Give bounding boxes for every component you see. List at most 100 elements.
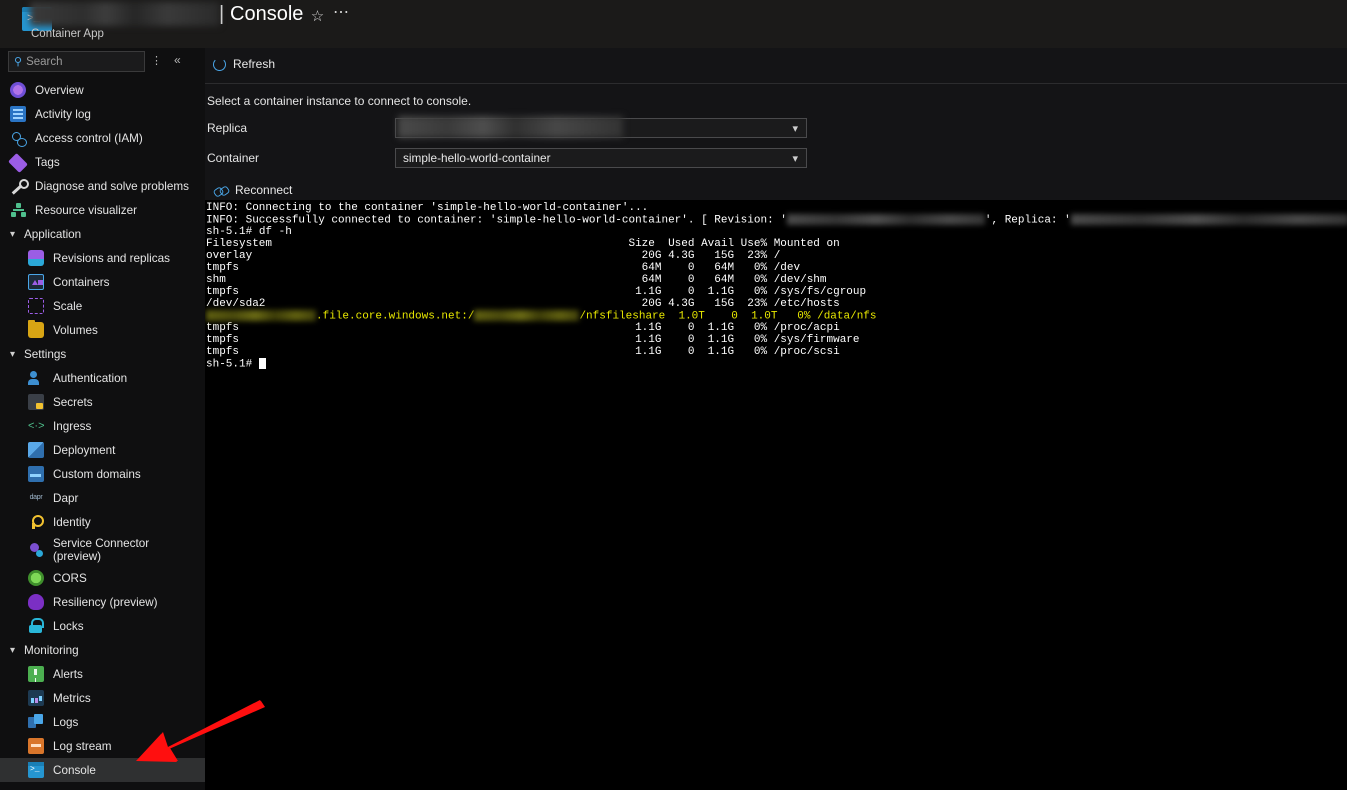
sidebar-item-label: Tags bbox=[35, 155, 60, 169]
sidebar-item-log-stream[interactable]: Log stream bbox=[0, 734, 205, 758]
sidebar-item-label: Ingress bbox=[53, 419, 92, 433]
sidebar-item-revisions-and-replicas[interactable]: Revisions and replicas bbox=[0, 246, 205, 270]
console-terminal[interactable]: INFO: Connecting to the container 'simpl… bbox=[205, 200, 1347, 790]
sidebar-item-access-control[interactable]: Access control (IAM) bbox=[0, 126, 205, 150]
refresh-button[interactable]: Refresh bbox=[213, 57, 275, 71]
sidebar-item-logs[interactable]: Logs bbox=[0, 710, 205, 734]
sidebar-item-label: Diagnose and solve problems bbox=[35, 179, 189, 193]
sidebar-item-identity[interactable]: Identity bbox=[0, 510, 205, 534]
sidebar-group-label: Monitoring bbox=[24, 643, 79, 657]
sidebar-item-label: Containers bbox=[53, 275, 110, 289]
sidebar-item-label: Custom domains bbox=[53, 467, 141, 481]
sidebar-item-locks[interactable]: Locks bbox=[0, 614, 205, 638]
command-bar: Refresh bbox=[205, 48, 1347, 84]
sidebar-item-resource-visualizer[interactable]: Resource visualizer bbox=[0, 198, 205, 222]
sidebar-item-label: Alerts bbox=[53, 667, 83, 681]
chevron-down-icon: ▾ bbox=[792, 123, 798, 135]
favorite-star-icon[interactable]: ☆ bbox=[309, 8, 326, 25]
resource-type-subtitle: Container App bbox=[31, 28, 104, 40]
sidebar-item-custom-domains[interactable]: Custom domains bbox=[0, 462, 205, 486]
sidebar-item-label: Locks bbox=[53, 619, 84, 633]
custom-domains-icon bbox=[28, 466, 44, 482]
shell-prompt: sh-5.1# bbox=[206, 226, 259, 238]
terminal-df-row: tmpfs 1.1G 0 1.1G 0% /sys/fs/cgroup bbox=[206, 286, 867, 298]
sidebar-item-label: Revisions and replicas bbox=[53, 251, 170, 265]
authentication-icon bbox=[28, 370, 44, 386]
scale-icon bbox=[28, 298, 44, 314]
sidebar-item-label: Service Connector (preview) bbox=[53, 537, 150, 563]
pin-icon[interactable]: ⋮ bbox=[151, 54, 162, 67]
sidebar-item-tags[interactable]: Tags bbox=[0, 150, 205, 174]
nfs-share-name: /nfsfileshare bbox=[579, 310, 666, 323]
sidebar-search-row: ⚲ ⋮ « bbox=[0, 51, 205, 77]
page-header: >_ | Console ☆ ⋯ Container App bbox=[0, 0, 1347, 48]
sidebar-item-label: Identity bbox=[53, 515, 91, 529]
sidebar-item-cors[interactable]: CORS bbox=[0, 566, 205, 590]
reconnect-button[interactable]: Reconnect bbox=[213, 183, 292, 197]
terminal-cursor bbox=[258, 358, 266, 369]
sidebar-group-label: Settings bbox=[24, 347, 67, 361]
alerts-icon bbox=[28, 666, 44, 682]
sidebar-item-secrets[interactable]: Secrets bbox=[0, 390, 205, 414]
sidebar-item-metrics[interactable]: Metrics bbox=[0, 686, 205, 710]
locks-icon bbox=[28, 618, 44, 634]
sidebar-item-overview[interactable]: Overview bbox=[0, 78, 205, 102]
container-dropdown-value: simple-hello-world-container bbox=[403, 151, 551, 165]
search-input[interactable] bbox=[26, 55, 132, 68]
sidebar-item-dapr[interactable]: dapr Dapr bbox=[0, 486, 205, 510]
refresh-icon bbox=[213, 57, 226, 71]
sidebar-item-console[interactable]: >_ Console bbox=[0, 758, 205, 782]
console-icon: >_ bbox=[28, 762, 44, 778]
terminal-line-info-connecting: INFO: Connecting to the container 'simpl… bbox=[206, 202, 649, 214]
access-control-icon bbox=[10, 130, 27, 147]
container-label: Container bbox=[207, 151, 260, 165]
sidebar-group-monitoring[interactable]: ▾ Monitoring bbox=[0, 638, 205, 662]
sidebar-group-settings[interactable]: ▾ Settings bbox=[0, 342, 205, 366]
identity-icon bbox=[28, 514, 44, 530]
replica-label: Replica bbox=[207, 121, 248, 135]
nfs-host-suffix: .file.core.windows.net:/ bbox=[316, 310, 475, 323]
revision-id-redacted bbox=[786, 214, 985, 225]
resiliency-icon bbox=[28, 594, 44, 610]
sidebar-item-diagnose[interactable]: Diagnose and solve problems bbox=[0, 174, 205, 198]
sidebar-item-alerts[interactable]: Alerts bbox=[0, 662, 205, 686]
shell-prompt: sh-5.1# bbox=[206, 358, 259, 371]
terminal-df-row: overlay 20G 4.3G 15G 23% / bbox=[206, 250, 781, 262]
sidebar-item-label: Console bbox=[53, 763, 96, 777]
sidebar-item-deployment[interactable]: Deployment bbox=[0, 438, 205, 462]
dapr-icon: dapr bbox=[29, 494, 43, 501]
terminal-df-rows: overlay 20G 4.3G 15G 23% / tmpfs 64M 0 64… bbox=[206, 250, 1347, 358]
collapse-sidebar-icon[interactable]: « bbox=[174, 53, 181, 67]
sidebar-item-scale[interactable]: Scale bbox=[0, 294, 205, 318]
search-icon: ⚲ bbox=[14, 56, 23, 68]
sidebar-item-label: CORS bbox=[53, 571, 87, 585]
terminal-line-info-connected: INFO: Successfully connected to containe… bbox=[206, 214, 1347, 226]
more-ellipsis-icon[interactable]: ⋯ bbox=[333, 5, 350, 23]
resource-name-redacted bbox=[30, 2, 220, 26]
sidebar-item-label: Volumes bbox=[53, 323, 98, 337]
sidebar-item-activity-log[interactable]: Activity log bbox=[0, 102, 205, 126]
sidebar-item-service-connector[interactable]: Service Connector (preview) bbox=[0, 534, 205, 566]
replica-dropdown[interactable]: ▾ bbox=[395, 116, 807, 138]
refresh-label: Refresh bbox=[233, 57, 276, 71]
sidebar-item-volumes[interactable]: Volumes bbox=[0, 318, 205, 342]
info-connected-mid: ', Replica: ' bbox=[984, 214, 1071, 227]
sidebar-item-resiliency[interactable]: Resiliency (preview) bbox=[0, 590, 205, 614]
chevron-down-icon: ▾ bbox=[10, 348, 16, 360]
sidebar-group-application[interactable]: ▾ Application bbox=[0, 222, 205, 246]
terminal-final-prompt: sh-5.1# bbox=[206, 358, 1347, 370]
container-dropdown[interactable]: simple-hello-world-container ▾ bbox=[395, 148, 807, 168]
sidebar-item-label: Scale bbox=[53, 299, 83, 313]
sidebar-item-label: Log stream bbox=[53, 739, 112, 753]
search-box[interactable]: ⚲ bbox=[8, 51, 145, 72]
sidebar-item-authentication[interactable]: Authentication bbox=[0, 366, 205, 390]
ingress-icon: <·> bbox=[28, 420, 45, 432]
containers-icon bbox=[28, 274, 44, 290]
revisions-icon bbox=[28, 250, 44, 266]
volumes-icon bbox=[28, 320, 44, 338]
sidebar-item-ingress[interactable]: <·> Ingress bbox=[0, 414, 205, 438]
metrics-icon bbox=[28, 690, 44, 706]
terminal-df-row: shm 64M 0 64M 0% /dev/shm bbox=[206, 274, 827, 286]
sidebar-item-containers[interactable]: Containers bbox=[0, 270, 205, 294]
logs-icon bbox=[28, 714, 44, 730]
